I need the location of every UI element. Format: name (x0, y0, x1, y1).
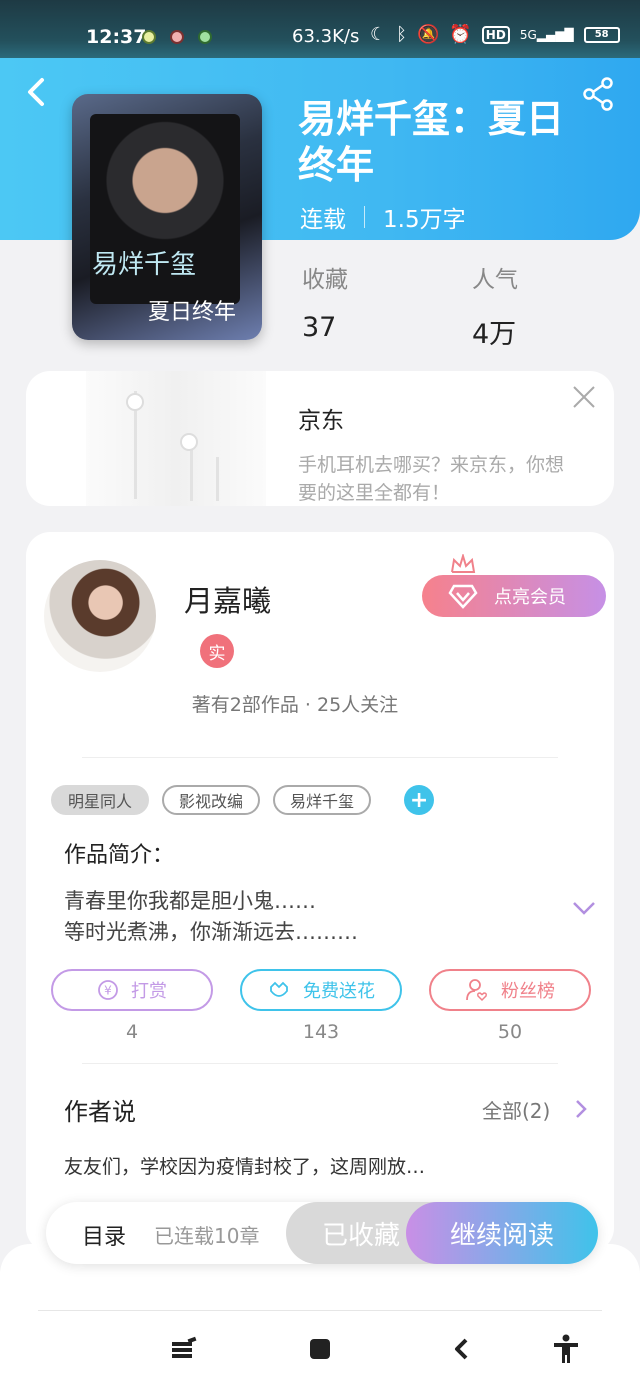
author-card: 月嘉曦 实 点亮会员 著有2部作品 · 25人关注 明星同人 影视改编 易烊千玺… (26, 532, 614, 1252)
alarm-icon: ⏰ (449, 24, 472, 45)
yen-coin-icon: ¥ (98, 980, 118, 1000)
battery-icon: 58 (583, 26, 620, 43)
svg-text:¥: ¥ (104, 984, 112, 998)
system-navigation-bar (0, 1244, 640, 1387)
cover-subtitle: 夏日终年 (148, 300, 237, 325)
vip-button-label: 点亮会员 (494, 587, 566, 608)
app-notification-icon (198, 30, 212, 44)
serial-status: 连载 (300, 207, 346, 233)
system-icons: ☾ ᛒ 🔕 ⏰ HD 5G▂▄▆█ 58 (370, 24, 620, 45)
author-says-preview[interactable]: 友友们，学校因为疫情封校了，这周刚放… (64, 1152, 425, 1179)
home-icon[interactable] (306, 1334, 334, 1364)
flower-action: 免费送花 143 (240, 969, 402, 1043)
tag[interactable]: 明星同人 (51, 785, 150, 815)
vip-button[interactable]: 点亮会员 (422, 575, 606, 617)
notification-icons (142, 30, 212, 44)
tag-list: 明星同人 影视改编 易烊千玺 + (51, 785, 435, 815)
favorited-label: 已收藏 (321, 1220, 400, 1251)
moon-icon: ☾ (370, 24, 387, 45)
author-says-all-link[interactable]: 全部(2) (482, 1095, 550, 1124)
mute-icon: 🔕 (416, 24, 440, 45)
flower-count: 143 (302, 1021, 340, 1043)
menu-icon[interactable] (170, 1334, 198, 1364)
earbud-right (180, 433, 198, 451)
action-row: ¥ 打赏 4 免费送花 143 粉丝榜 50 (51, 969, 591, 1043)
fans-rank-label: 粉丝榜 (501, 981, 555, 1002)
bottom-action-bar: 目录 已连载10章 已收藏 继续阅读 (46, 1202, 598, 1264)
ad-card[interactable]: 京东 手机耳机去哪买？来京东，你想要的这里全都有！ (26, 371, 614, 506)
author-name[interactable]: 月嘉曦 (184, 578, 271, 620)
signal-icon: 5G▂▄▆█ (519, 27, 574, 42)
app-notification-icon (170, 30, 184, 44)
stat-label: 收藏 (302, 267, 348, 293)
cover-title: 易烊千玺 (92, 250, 197, 280)
bluetooth-icon: ᛒ (396, 24, 407, 45)
continue-reading-button[interactable]: 继续阅读 (406, 1202, 598, 1264)
book-title: 易烊千玺：夏日终年 (298, 97, 565, 187)
stat-value: 37 (302, 312, 337, 343)
ad-description: 手机耳机去哪买？来京东，你想要的这里全都有！ (298, 454, 565, 504)
earphone-plug (216, 457, 219, 501)
stat-favorites: 收藏 37 (302, 260, 348, 343)
tag[interactable]: 易烊千玺 (273, 785, 372, 815)
book-cover[interactable]: 易烊千玺 夏日终年 (72, 94, 262, 340)
send-flower-button[interactable]: 免费送花 (240, 969, 402, 1011)
chevron-down-icon[interactable] (572, 900, 596, 916)
earbud-left (126, 393, 144, 411)
intro-title: 作品简介： (64, 843, 175, 868)
stat-label: 人气 (472, 267, 518, 293)
network-speed: 63.3K/s (292, 26, 360, 47)
close-icon[interactable] (570, 383, 598, 411)
diamond-icon (448, 584, 478, 609)
continue-reading-label: 继续阅读 (449, 1220, 554, 1251)
intro-text: 青春里你我都是胆小鬼…… 等时光煮沸，你渐渐远去……… (64, 886, 358, 948)
add-tag-button[interactable]: + (404, 785, 435, 815)
author-says-title: 作者说 (64, 1098, 136, 1126)
fans-action: 粉丝榜 50 (429, 969, 591, 1043)
book-meta: 连载 1.5万字 (300, 200, 466, 234)
chapter-count[interactable]: 已连载10章 (154, 1220, 259, 1249)
tag[interactable]: 影视改编 (162, 785, 261, 815)
reward-label: 打赏 (131, 981, 167, 1002)
status-bar: 12:37 63.3K/s ☾ ᛒ 🔕 ⏰ HD 5G▂▄▆█ 58 (0, 0, 640, 58)
meta-divider (364, 206, 365, 228)
verified-badge: 实 (200, 634, 234, 668)
app-notification-icon (142, 30, 156, 44)
divider (82, 1063, 558, 1064)
word-count: 1.5万字 (383, 207, 466, 233)
intro-line: 青春里你我都是胆小鬼…… (64, 889, 316, 913)
intro-line: 等时光煮沸，你渐渐远去……… (64, 920, 358, 944)
accessibility-icon[interactable] (552, 1334, 580, 1364)
signal-label: 5G (519, 27, 537, 42)
author-stats: 著有2部作品 · 25人关注 (26, 690, 614, 717)
reward-button[interactable]: ¥ 打赏 (51, 969, 213, 1011)
author-stats-text: 著有2部作品 · 25人关注 (191, 694, 399, 716)
status-time: 12:37 (86, 26, 147, 48)
back-nav-icon[interactable] (448, 1334, 476, 1364)
fan-heart-icon (466, 979, 487, 1002)
crown-icon (451, 554, 476, 573)
author-avatar[interactable] (44, 560, 156, 672)
fans-rank-button[interactable]: 粉丝榜 (429, 969, 591, 1011)
toc-button[interactable]: 目录 (82, 1219, 126, 1251)
back-icon[interactable] (22, 74, 52, 110)
fans-count: 50 (497, 1021, 523, 1043)
divider (82, 757, 558, 758)
hd-icon: HD (481, 25, 510, 44)
send-flower-label: 免费送花 (303, 981, 375, 1002)
earphone-image (86, 371, 266, 506)
stat-value: 4万 (472, 319, 517, 350)
chevron-right-icon[interactable] (574, 1098, 588, 1120)
flower-icon (270, 981, 288, 997)
ad-title: 京东 (298, 408, 344, 434)
nav-divider (38, 1310, 602, 1311)
reward-count: 4 (125, 1021, 139, 1043)
reward-action: ¥ 打赏 4 (51, 969, 213, 1043)
stat-popularity: 人气 4万 (472, 260, 518, 351)
